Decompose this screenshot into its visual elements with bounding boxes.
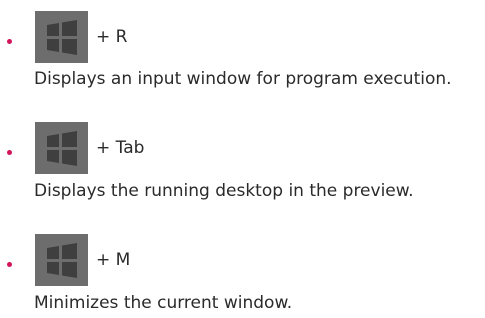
- shortcut-description: Displays the running desktop in the prev…: [34, 181, 414, 201]
- bullet-icon: [7, 262, 12, 267]
- windows-logo-icon: [35, 234, 88, 286]
- shortcut-description: Displays an input window for program exe…: [34, 69, 452, 89]
- key-combo-label: + Tab: [96, 138, 145, 158]
- bullet-icon: [7, 39, 12, 44]
- windows-key-icon: [35, 11, 88, 63]
- windows-logo-icon: [35, 122, 88, 174]
- windows-key-icon: [35, 122, 88, 174]
- windows-logo-icon: [35, 11, 88, 63]
- bullet-icon: [7, 150, 12, 155]
- windows-key-icon: [35, 234, 88, 286]
- key-combo-label: + M: [96, 250, 131, 270]
- key-combo-label: + R: [96, 27, 128, 47]
- shortcut-description: Minimizes the current window.: [34, 293, 293, 313]
